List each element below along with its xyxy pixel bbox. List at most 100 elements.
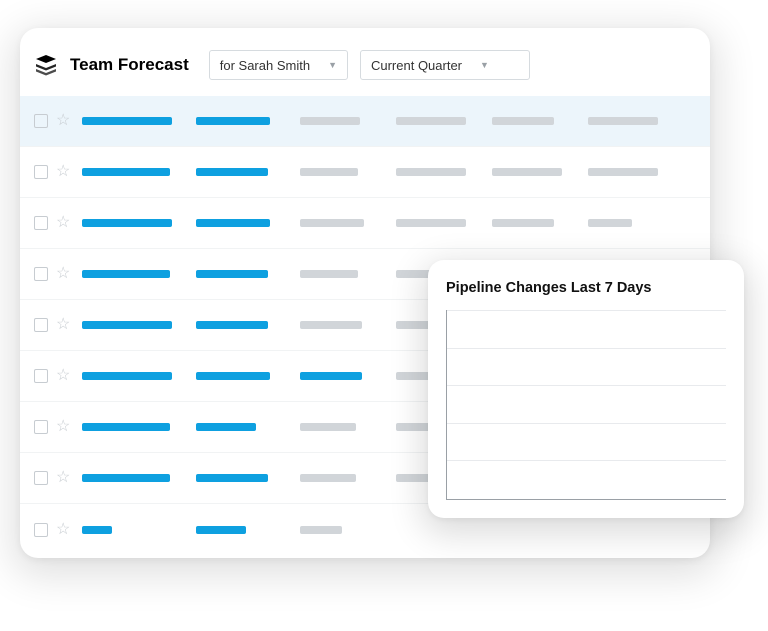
data-bar: [196, 117, 270, 125]
row-checkbox[interactable]: [34, 165, 48, 179]
person-select-label: for Sarah Smith: [220, 58, 310, 73]
cell: [300, 526, 370, 534]
data-bar: [82, 474, 170, 482]
star-icon[interactable]: ☆: [56, 215, 70, 231]
table-row[interactable]: ☆: [20, 96, 710, 147]
cell: [588, 168, 658, 176]
period-select-label: Current Quarter: [371, 58, 462, 73]
star-icon[interactable]: ☆: [56, 419, 70, 435]
cell: [82, 321, 170, 329]
data-bar: [588, 219, 632, 227]
cell: [396, 219, 466, 227]
star-icon[interactable]: ☆: [56, 266, 70, 282]
pipeline-chart-card: Pipeline Changes Last 7 Days: [428, 260, 744, 518]
star-icon[interactable]: ☆: [56, 164, 70, 180]
pipeline-chart: [446, 310, 726, 500]
cell: [82, 117, 170, 125]
star-icon[interactable]: ☆: [56, 522, 70, 538]
table-row[interactable]: ☆: [20, 198, 710, 249]
data-bar: [300, 372, 362, 380]
cell: [196, 219, 274, 227]
data-bar: [82, 168, 170, 176]
data-bar: [300, 423, 356, 431]
data-bar: [300, 526, 342, 534]
row-checkbox[interactable]: [34, 114, 48, 128]
data-bar: [82, 526, 112, 534]
row-checkbox[interactable]: [34, 267, 48, 281]
data-bar: [82, 423, 170, 431]
cell: [196, 168, 274, 176]
data-bar: [492, 219, 554, 227]
data-bar: [300, 168, 358, 176]
data-bar: [300, 219, 364, 227]
page-title: Team Forecast: [70, 55, 189, 75]
data-bar: [196, 423, 256, 431]
data-bar: [300, 474, 356, 482]
cell: [300, 372, 370, 380]
star-icon[interactable]: ☆: [56, 317, 70, 333]
table-row[interactable]: ☆: [20, 147, 710, 198]
data-bar: [196, 219, 270, 227]
data-bar: [300, 117, 360, 125]
data-bar: [396, 117, 466, 125]
person-select[interactable]: for Sarah Smith ▼: [209, 50, 348, 80]
cell: [82, 168, 170, 176]
row-checkbox[interactable]: [34, 523, 48, 537]
row-checkbox[interactable]: [34, 216, 48, 230]
data-bar: [82, 117, 172, 125]
cell: [300, 219, 370, 227]
data-bar: [196, 474, 268, 482]
cell: [82, 526, 170, 534]
chevron-down-icon: ▼: [328, 60, 337, 70]
data-bar: [396, 168, 466, 176]
data-bar: [300, 270, 358, 278]
cell: [300, 423, 370, 431]
cell: [396, 526, 466, 534]
data-bar: [492, 168, 562, 176]
cell: [196, 423, 274, 431]
cell: [196, 526, 274, 534]
cell: [492, 168, 562, 176]
cell: [300, 117, 370, 125]
data-bar: [82, 270, 170, 278]
cell: [82, 270, 170, 278]
cell: [82, 423, 170, 431]
cell: [82, 474, 170, 482]
row-checkbox[interactable]: [34, 420, 48, 434]
star-icon[interactable]: ☆: [56, 368, 70, 384]
period-select[interactable]: Current Quarter ▼: [360, 50, 530, 80]
chart-title: Pipeline Changes Last 7 Days: [446, 280, 726, 296]
data-bar: [196, 526, 246, 534]
data-bar: [588, 168, 658, 176]
row-checkbox[interactable]: [34, 369, 48, 383]
cell: [196, 117, 274, 125]
data-bar: [396, 219, 466, 227]
data-bar: [196, 168, 268, 176]
data-bar: [300, 321, 362, 329]
cell: [492, 117, 562, 125]
row-cells: [82, 117, 696, 125]
row-checkbox[interactable]: [34, 318, 48, 332]
app-logo-icon: [34, 53, 58, 77]
cell: [588, 219, 658, 227]
cell: [588, 117, 658, 125]
row-cells: [82, 219, 696, 227]
cell: [300, 321, 370, 329]
data-bar: [196, 270, 268, 278]
data-bar: [196, 321, 268, 329]
chevron-down-icon: ▼: [480, 60, 489, 70]
cell: [396, 117, 466, 125]
cell: [492, 219, 562, 227]
cell: [300, 168, 370, 176]
star-icon[interactable]: ☆: [56, 470, 70, 486]
data-bar: [492, 117, 554, 125]
cell: [196, 372, 274, 380]
cell: [300, 270, 370, 278]
row-checkbox[interactable]: [34, 471, 48, 485]
cell: [196, 474, 274, 482]
data-bar: [82, 321, 172, 329]
data-bar: [196, 372, 270, 380]
star-icon[interactable]: ☆: [56, 113, 70, 129]
cell: [196, 321, 274, 329]
data-bar: [588, 117, 658, 125]
